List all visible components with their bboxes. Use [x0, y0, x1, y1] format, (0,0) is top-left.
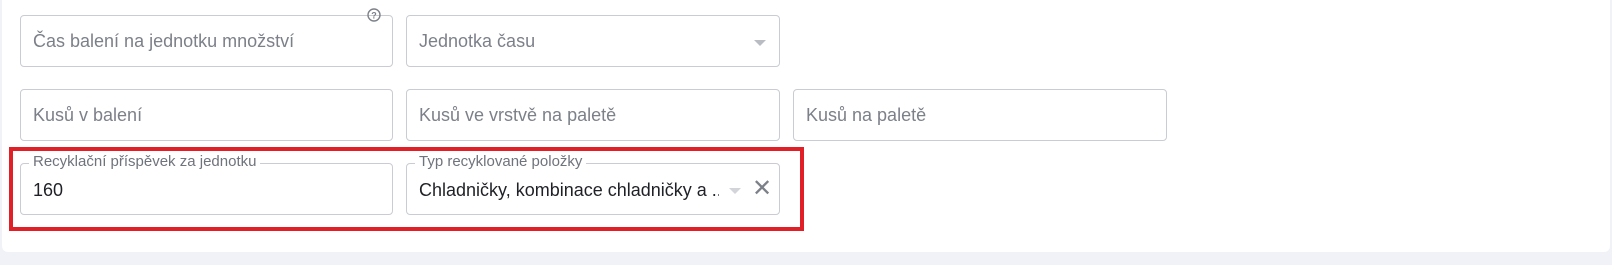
form-panel: Čas balení na jednotku množství ? Jednot…	[2, 0, 1610, 252]
pieces-per-layer-field[interactable]: Kusů ve vrstvě na paletě	[406, 89, 780, 141]
pieces-in-package-field[interactable]: Kusů v balení	[20, 89, 393, 141]
pieces-per-pallet-placeholder: Kusů na paletě	[806, 105, 927, 125]
pieces-in-package-placeholder: Kusů v balení	[33, 105, 143, 125]
highlight-box	[9, 147, 804, 231]
time-unit-placeholder: Jednotka času	[419, 31, 536, 51]
pieces-per-layer-placeholder: Kusů ve vrstvě na paletě	[419, 105, 617, 125]
packing-time-field[interactable]: Čas balení na jednotku množství	[20, 15, 393, 67]
chevron-down-icon[interactable]	[754, 40, 766, 46]
packing-time-placeholder: Čas balení na jednotku množství	[33, 31, 295, 51]
pieces-per-pallet-field[interactable]: Kusů na paletě	[793, 89, 1167, 141]
help-icon[interactable]: ?	[367, 8, 381, 22]
svg-text:?: ?	[371, 11, 377, 21]
time-unit-select[interactable]: Jednotka času	[406, 15, 780, 67]
